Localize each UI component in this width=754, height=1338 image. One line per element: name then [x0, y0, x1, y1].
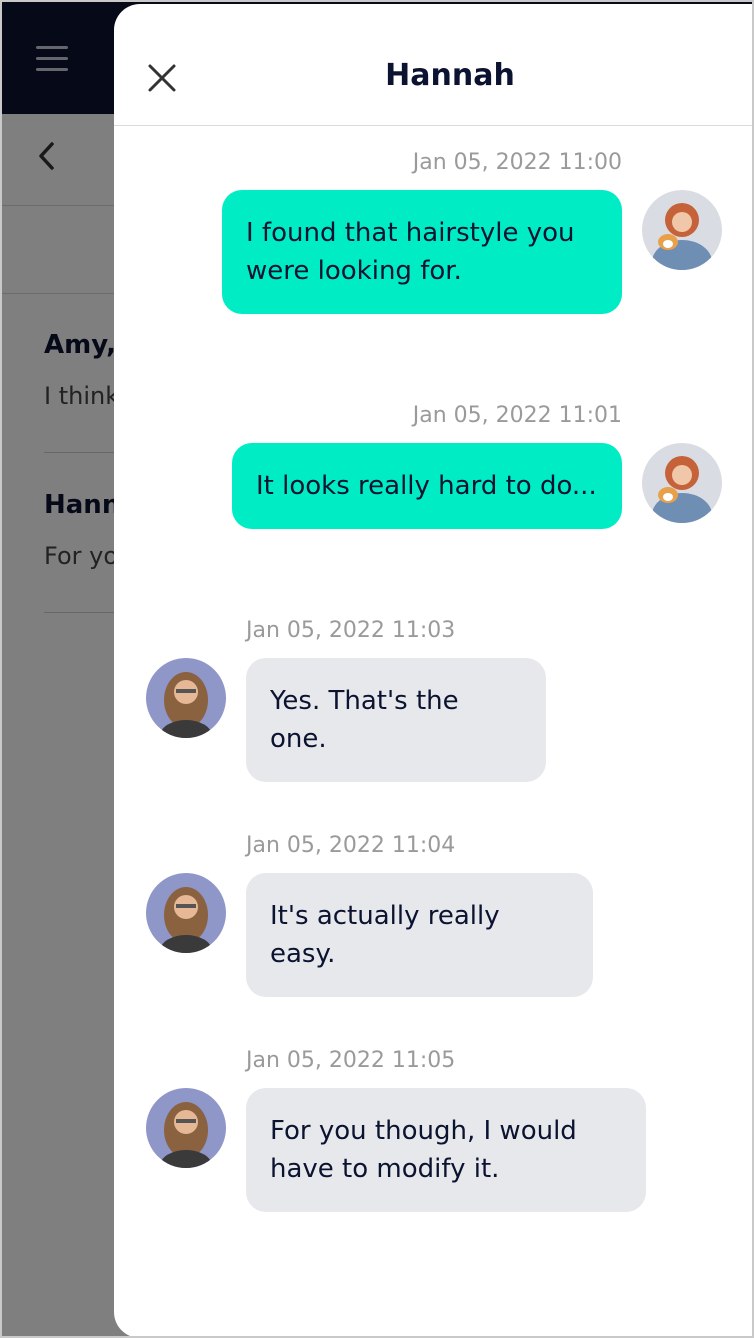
message-timestamp: Jan 05, 2022 11:03 — [246, 618, 456, 643]
message-timestamp: Jan 05, 2022 11:05 — [246, 1048, 456, 1073]
chat-header: Hannah — [114, 4, 752, 126]
avatar-hannah — [146, 658, 226, 738]
avatar-self — [642, 443, 722, 523]
avatar-hannah — [146, 873, 226, 953]
message-timestamp: Jan 05, 2022 11:01 — [412, 403, 622, 428]
message-timestamp: Jan 05, 2022 11:00 — [412, 150, 622, 175]
app-frame: Amy, I think Hann For yo Hannah Jan 05, … — [0, 0, 754, 1338]
chat-title: Hannah — [385, 58, 515, 93]
message-timestamp: Jan 05, 2022 11:04 — [246, 833, 456, 858]
avatar-hannah — [146, 1088, 226, 1168]
chat-panel: Hannah Jan 05, 2022 11:00 I found that h… — [114, 4, 752, 1336]
avatar-self — [642, 190, 722, 270]
message-bubble-incoming: For you though, I would have to modify i… — [246, 1088, 646, 1212]
message-bubble-incoming: It's actually really easy. — [246, 873, 593, 997]
message-bubble-incoming: Yes. That's the one. — [246, 658, 546, 782]
message-bubble-outgoing: It looks really hard to do... — [232, 443, 622, 529]
message-bubble-outgoing: I found that hairstyle you were looking … — [222, 190, 622, 314]
